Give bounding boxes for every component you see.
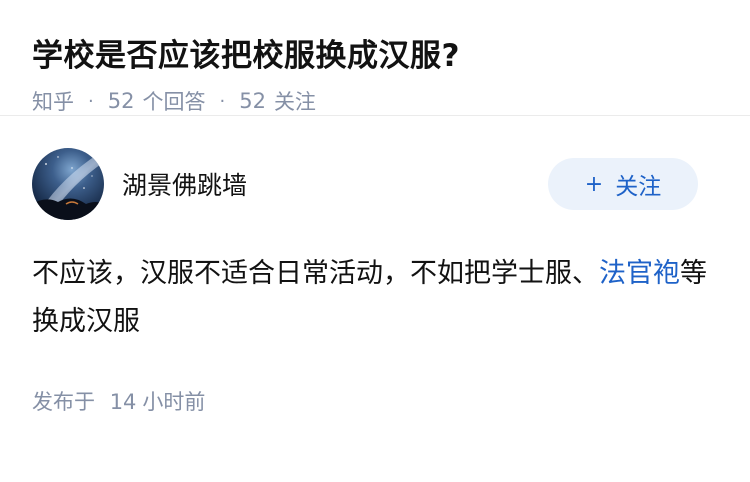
answer-count-label: 个回答 (142, 90, 206, 114)
author-name[interactable]: 湖景佛跳墙 (122, 166, 548, 202)
avatar[interactable] (32, 148, 104, 220)
meta-separator: · (88, 90, 94, 112)
answer-text: 不应该，汉服不适合日常活动，不如把学士服、 (32, 258, 599, 289)
plus-icon: + (584, 171, 604, 197)
answer-count: 52 (107, 89, 135, 113)
publish-time-value: 14 (109, 390, 137, 414)
follower-count-label: 关注 (273, 90, 316, 114)
question-header: 学校是否应该把校服换成汉服? 知乎 · 52 个回答 · 52 关注 (0, 0, 750, 116)
meta-separator: · (219, 90, 226, 112)
publish-time-suffix: 小时前 (142, 390, 206, 414)
source-label[interactable]: 知乎 (32, 86, 74, 116)
answer-content: 不应该，汉服不适合日常活动，不如把学士服、法官袍等换成汉服 (32, 250, 712, 346)
publish-time-prefix: 发布于 (32, 390, 95, 414)
follow-button-label: 关注 (615, 174, 662, 200)
publish-time: 发布于 14 小时前 (32, 386, 718, 416)
follow-button[interactable]: + 关注 (548, 158, 698, 210)
author-row: 湖景佛跳墙 + 关注 (32, 148, 718, 220)
follower-count: 52 (239, 89, 266, 113)
question-title[interactable]: 学校是否应该把校服换成汉服? (32, 34, 718, 78)
answer-link[interactable]: 法官袍 (599, 258, 680, 289)
answer-card: 湖景佛跳墙 + 关注 不应该，汉服不适合日常活动，不如把学士服、法官袍等换成汉服… (0, 116, 750, 416)
question-meta: 知乎 · 52 个回答 · 52 关注 (32, 86, 718, 116)
night-sky-avatar-icon (32, 148, 104, 220)
